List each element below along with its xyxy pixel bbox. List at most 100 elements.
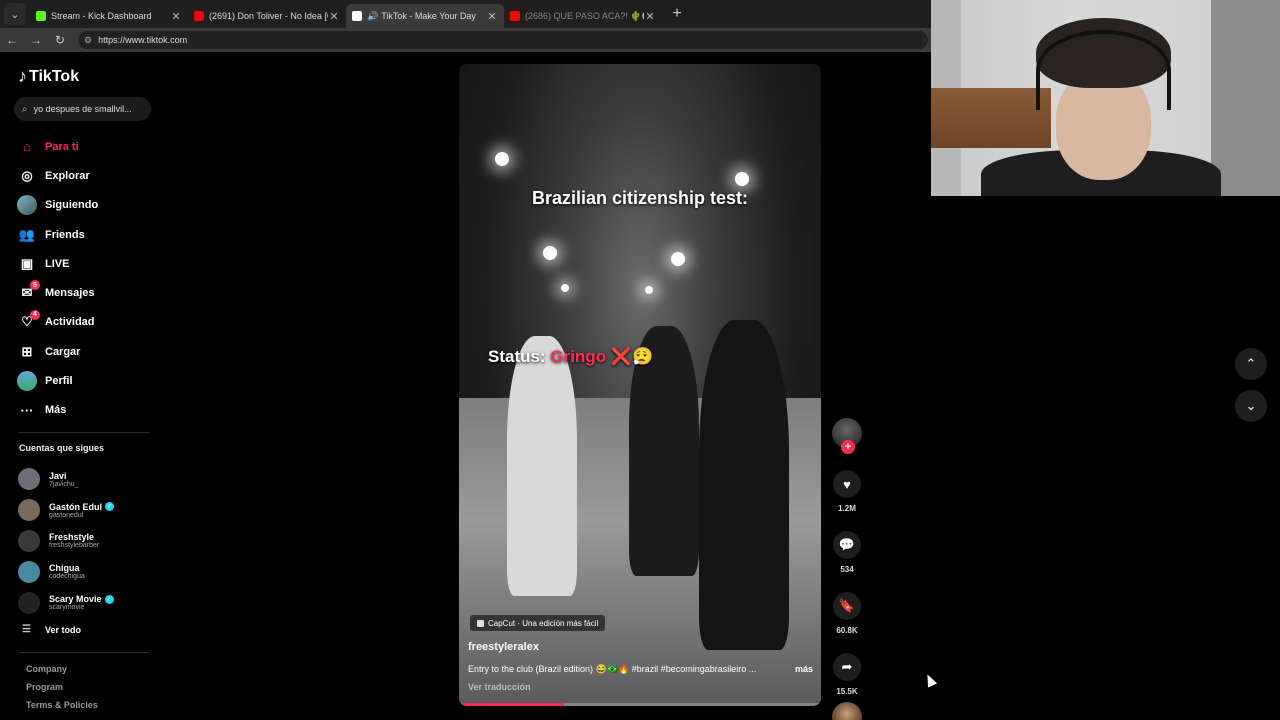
sidebar-item-explorar[interactable]: ◎ Explorar [17, 161, 157, 190]
account-name: Javi [49, 470, 67, 481]
ceiling-light [735, 172, 749, 186]
close-icon[interactable]: ✕ [170, 10, 182, 23]
sidebar-item-label: Mensajes [45, 287, 95, 300]
account-username: freshstylebarber [49, 542, 100, 550]
close-icon[interactable]: ✕ [644, 10, 656, 23]
ceiling-light [561, 284, 569, 292]
heart-icon[interactable]: ♥ [833, 470, 861, 498]
sidebar-item-label: Para ti [45, 140, 79, 153]
tiktok-page: ♪ TikTok ⌕ yo despues de smallvil... ⌂ Pa… [0, 52, 1267, 720]
account-username: codechigua [49, 573, 85, 581]
capcut-badge[interactable]: CapCut · Una edición más fácil [470, 615, 606, 631]
see-all-button[interactable]: ☰ Ver todo [22, 624, 81, 635]
browser-tab[interactable]: 🔊 TikTok - Make Your Day ✕ [346, 4, 504, 28]
following-avatar-icon [17, 195, 37, 216]
search-input[interactable]: ⌕ yo despues de smallvil... [14, 97, 151, 121]
follow-plus-icon[interactable]: + [841, 440, 855, 454]
avatar [18, 468, 40, 491]
chevron-up-icon[interactable]: ⌃ [1235, 348, 1267, 380]
forward-icon[interactable]: → [24, 33, 48, 47]
ceiling-light [543, 246, 557, 260]
video-player[interactable]: Brazilian citizenship test: Status: Grin… [459, 64, 821, 706]
account-name-row: Javi [49, 471, 79, 481]
upload-icon: ⊞ [21, 343, 33, 359]
list-item[interactable]: Javi 7javichu_ [18, 464, 158, 495]
creator-avatar[interactable]: + [832, 418, 862, 454]
tab-favicon-icon [194, 11, 204, 21]
account-name-row: Scary Movie ✓ [49, 594, 114, 604]
sidebar-item-label: Perfil [45, 375, 73, 388]
list-item[interactable]: Gastón Edul ✓ gastonedul [18, 495, 158, 526]
sidebar-item-m-s[interactable]: ··· Más [17, 396, 157, 425]
profile-avatar-icon [17, 371, 37, 392]
account-name-row: Gastón Edul ✓ [49, 502, 115, 512]
notification-badge: 4 [30, 309, 40, 320]
url-text: https://www.tiktok.com [98, 35, 188, 45]
tab-favicon-icon [510, 11, 520, 21]
close-icon[interactable]: ✕ [328, 10, 340, 23]
status-emoji: ❌😮‍💨 [610, 347, 654, 366]
list-icon: ☰ [22, 624, 31, 635]
webcam-overlay [931, 0, 1280, 196]
description-text: Entry to the club (Brazil edition) 😂🇧🇷🔥 … [468, 664, 757, 674]
sidebar-item-siguiendo[interactable]: Siguiendo [17, 191, 157, 220]
chevron-down-icon[interactable]: ⌄ [1235, 390, 1267, 422]
sidebar-item-label: Siguiendo [45, 199, 99, 212]
tab-title: TikTok - Make Your Day [381, 11, 476, 21]
like-count: 1.2M [838, 504, 856, 513]
sidebar-item-perfil[interactable]: Perfil [17, 366, 157, 395]
person-figure [507, 336, 577, 596]
logo-text: TikTok [29, 67, 80, 85]
sidebar-item-label: Friends [45, 228, 85, 241]
sidebar-item-live[interactable]: ▣ LIVE [17, 249, 157, 278]
footer-link[interactable]: Program [26, 682, 98, 700]
back-icon[interactable]: ← [0, 33, 24, 47]
sidebar-item-friends[interactable]: 👥 Friends [17, 220, 157, 249]
video-description: Entry to the club (Brazil edition) 😂🇧🇷🔥 … [468, 664, 813, 675]
list-item[interactable]: Freshstyle freshstylebarber [18, 526, 158, 557]
divider [18, 432, 150, 433]
address-bar[interactable]: ⚙ https://www.tiktok.com [78, 31, 928, 49]
browser-tab[interactable]: (2686) QUE PASO ACA?! 🌵😊 - Yo✕ [504, 4, 662, 28]
video-progress-bar[interactable] [459, 703, 821, 706]
list-item[interactable]: Chigua codechigua [18, 556, 158, 587]
browser-tab[interactable]: (2691) Don Toliver - No Idea [Offi ✕ [188, 4, 346, 28]
sidebar-nav: ⌂ Para ti ◎ Explorar Siguiendo 👥 Friends ▣ LIVE ✉… [17, 132, 157, 425]
divider [18, 652, 150, 653]
search-value: yo despues de smallvil... [33, 104, 132, 114]
video-author[interactable]: freestyleralex [468, 641, 539, 653]
avatar [17, 195, 37, 216]
headset-icon [1036, 30, 1171, 110]
speaker-icon[interactable]: 🔊 [367, 11, 378, 22]
more-link[interactable]: más [795, 664, 813, 675]
comment-count: 534 [840, 565, 854, 574]
new-tab-button[interactable]: + [666, 5, 688, 23]
comment-icon[interactable]: 💬 [833, 531, 861, 559]
tab-search-icon[interactable]: ⌄ [4, 3, 26, 25]
footer-link[interactable]: Company [26, 664, 98, 682]
share-count: 15.5K [836, 687, 858, 696]
tab-title: Stream - Kick Dashboard [51, 11, 152, 21]
reload-icon[interactable]: ↻ [48, 33, 72, 47]
music-disc-avatar[interactable] [832, 702, 862, 720]
translate-link[interactable]: Ver traducción [468, 682, 531, 692]
bookmark-icon[interactable]: 🔖 [833, 592, 861, 620]
sidebar-item-cargar[interactable]: ⊞ Cargar [17, 337, 157, 366]
account-name: Scary Movie [49, 594, 102, 605]
list-item[interactable]: Scary Movie ✓ scarymovie [18, 587, 158, 618]
sidebar-item-actividad[interactable]: ♡ 4 Actividad [17, 308, 157, 337]
tiktok-logo[interactable]: ♪ TikTok [18, 66, 79, 87]
footer-link[interactable]: Terms & Policies [26, 700, 98, 718]
status-label: Status: [488, 347, 546, 366]
sidebar-item-mensajes[interactable]: ✉ 5 Mensajes [17, 278, 157, 307]
site-info-icon[interactable]: ⚙ [84, 35, 92, 46]
tab-favicon-icon [352, 11, 362, 21]
sidebar-item-para-ti[interactable]: ⌂ Para ti [17, 132, 157, 161]
sidebar-item-label: Cargar [45, 345, 81, 358]
footer-links: Company Program Terms & Policies [26, 664, 98, 718]
share-icon[interactable]: ➦ [833, 653, 861, 681]
browser-tab-bar: ⌄ Stream - Kick Dashboard ✕ (2691) Don Tol… [0, 0, 932, 28]
video-status-overlay: Status: Gringo ❌😮‍💨 [488, 347, 653, 367]
close-icon[interactable]: ✕ [486, 10, 498, 23]
browser-tab[interactable]: Stream - Kick Dashboard ✕ [30, 4, 188, 28]
